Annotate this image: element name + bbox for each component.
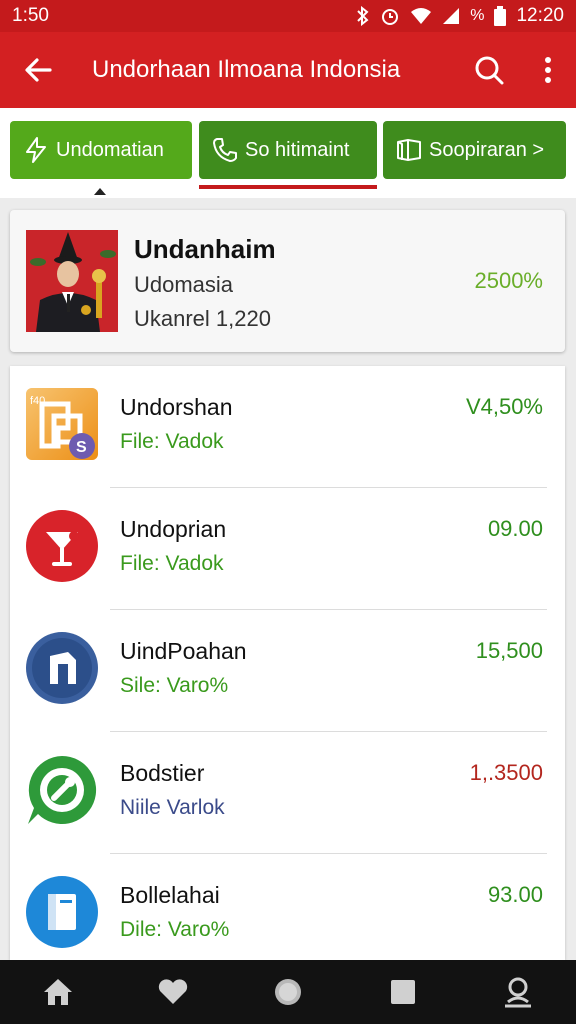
square-icon	[391, 980, 416, 1004]
nav-favorites-button[interactable]	[143, 962, 203, 1022]
item-value: 1,.3500	[469, 760, 543, 785]
circle-icon	[274, 979, 301, 1005]
item-subtitle: Dile: Varo%	[120, 918, 230, 941]
item-name: Bollelahai	[120, 882, 220, 908]
app-list: f40 S Undorshan File: Vadok V4,50% Undop…	[10, 366, 565, 960]
nav-home-button[interactable]	[28, 962, 88, 1022]
list-item[interactable]: f40 S Undorshan File: Vadok V4,50%	[10, 366, 565, 488]
list-item[interactable]: Bollelahai Dile: Varo% 93.00	[10, 854, 565, 960]
featured-portrait-image	[26, 230, 118, 332]
featured-subtitle: Udomasia	[134, 272, 234, 297]
cocktail-icon	[24, 508, 100, 584]
status-time: 1:50	[12, 5, 49, 26]
list-item[interactable]: Bodstier Niile Varlok 1,.3500	[10, 732, 565, 854]
tab-soopiraran[interactable]: Soopiraran >	[383, 121, 566, 179]
chat-icon: f40 S	[24, 386, 100, 462]
tab-label: So hitimaint	[245, 138, 350, 161]
item-subtitle: Sile: Varo%	[120, 674, 229, 697]
featured-meta: Ukanrel 1,220	[134, 306, 271, 331]
item-name: Undorshan	[120, 394, 233, 420]
battery-percent: %	[470, 7, 485, 24]
item-value: V4,50%	[465, 394, 543, 419]
status-bar: 1:50 % 12:20	[0, 0, 576, 32]
shield-icon	[24, 630, 100, 706]
svg-text:S: S	[76, 439, 87, 456]
alarm-icon	[382, 9, 399, 25]
list-item[interactable]: UindPoahan Sile: Varo% 15,500	[10, 610, 565, 732]
item-subtitle: File: Vadok	[120, 430, 224, 453]
more-vert-icon	[545, 57, 551, 83]
back-button[interactable]	[0, 32, 76, 108]
app-bar: Undorhaan Ilmoana Indonsia	[0, 32, 576, 108]
tab-so-hitimaint[interactable]: So hitimaint	[199, 121, 377, 179]
bluetooth-icon	[357, 6, 369, 26]
nav-profile-button[interactable]	[488, 962, 548, 1022]
tab-caret	[94, 188, 106, 195]
phone-icon	[205, 137, 245, 163]
item-value: 93.00	[487, 882, 543, 907]
page-title: Undorhaan Ilmoana Indonsia	[92, 56, 401, 83]
tab-bar: Undomatian So hitimaint Soopiraran >	[0, 108, 576, 198]
search-icon	[475, 56, 504, 85]
bolt-icon	[16, 137, 56, 163]
list-item[interactable]: Undoprian File: Vadok 09.00	[10, 488, 565, 610]
status-clock: 12:20	[516, 5, 564, 26]
tab-label: Undomatian	[56, 138, 164, 161]
document-icon	[24, 874, 100, 950]
whatsapp-icon	[24, 752, 100, 828]
more-options-button[interactable]	[520, 32, 576, 108]
item-value: 09.00	[487, 516, 543, 541]
featured-title: Undanhaim	[134, 234, 276, 264]
item-value: 15,500	[475, 638, 543, 663]
battery-icon	[494, 6, 507, 26]
signal-icon	[443, 8, 460, 24]
item-name: Bodstier	[120, 760, 205, 786]
heart-icon	[158, 979, 187, 1004]
tab-label: Soopiraran >	[429, 138, 545, 161]
book-icon	[389, 138, 429, 162]
featured-card[interactable]: Undanhaim Udomasia Ukanrel 1,220 2500%	[10, 210, 565, 352]
wifi-icon	[411, 8, 432, 24]
profile-icon	[505, 977, 532, 1008]
item-subtitle: Niile Varlok	[120, 796, 225, 819]
item-subtitle: File: Vadok	[120, 552, 224, 575]
bottom-navigation	[0, 960, 576, 1024]
item-name: UindPoahan	[120, 638, 247, 664]
active-tab-indicator	[199, 185, 377, 189]
arrow-back-icon	[25, 58, 52, 82]
home-icon	[43, 979, 72, 1005]
featured-value: 2500%	[474, 268, 543, 293]
nav-square-button[interactable]	[373, 962, 433, 1022]
status-icons: % 12:20	[356, 5, 564, 27]
item-name: Undoprian	[120, 516, 227, 542]
nav-center-button[interactable]	[258, 962, 318, 1022]
search-button[interactable]	[458, 32, 520, 108]
tab-undomatian[interactable]: Undomatian	[10, 121, 192, 179]
